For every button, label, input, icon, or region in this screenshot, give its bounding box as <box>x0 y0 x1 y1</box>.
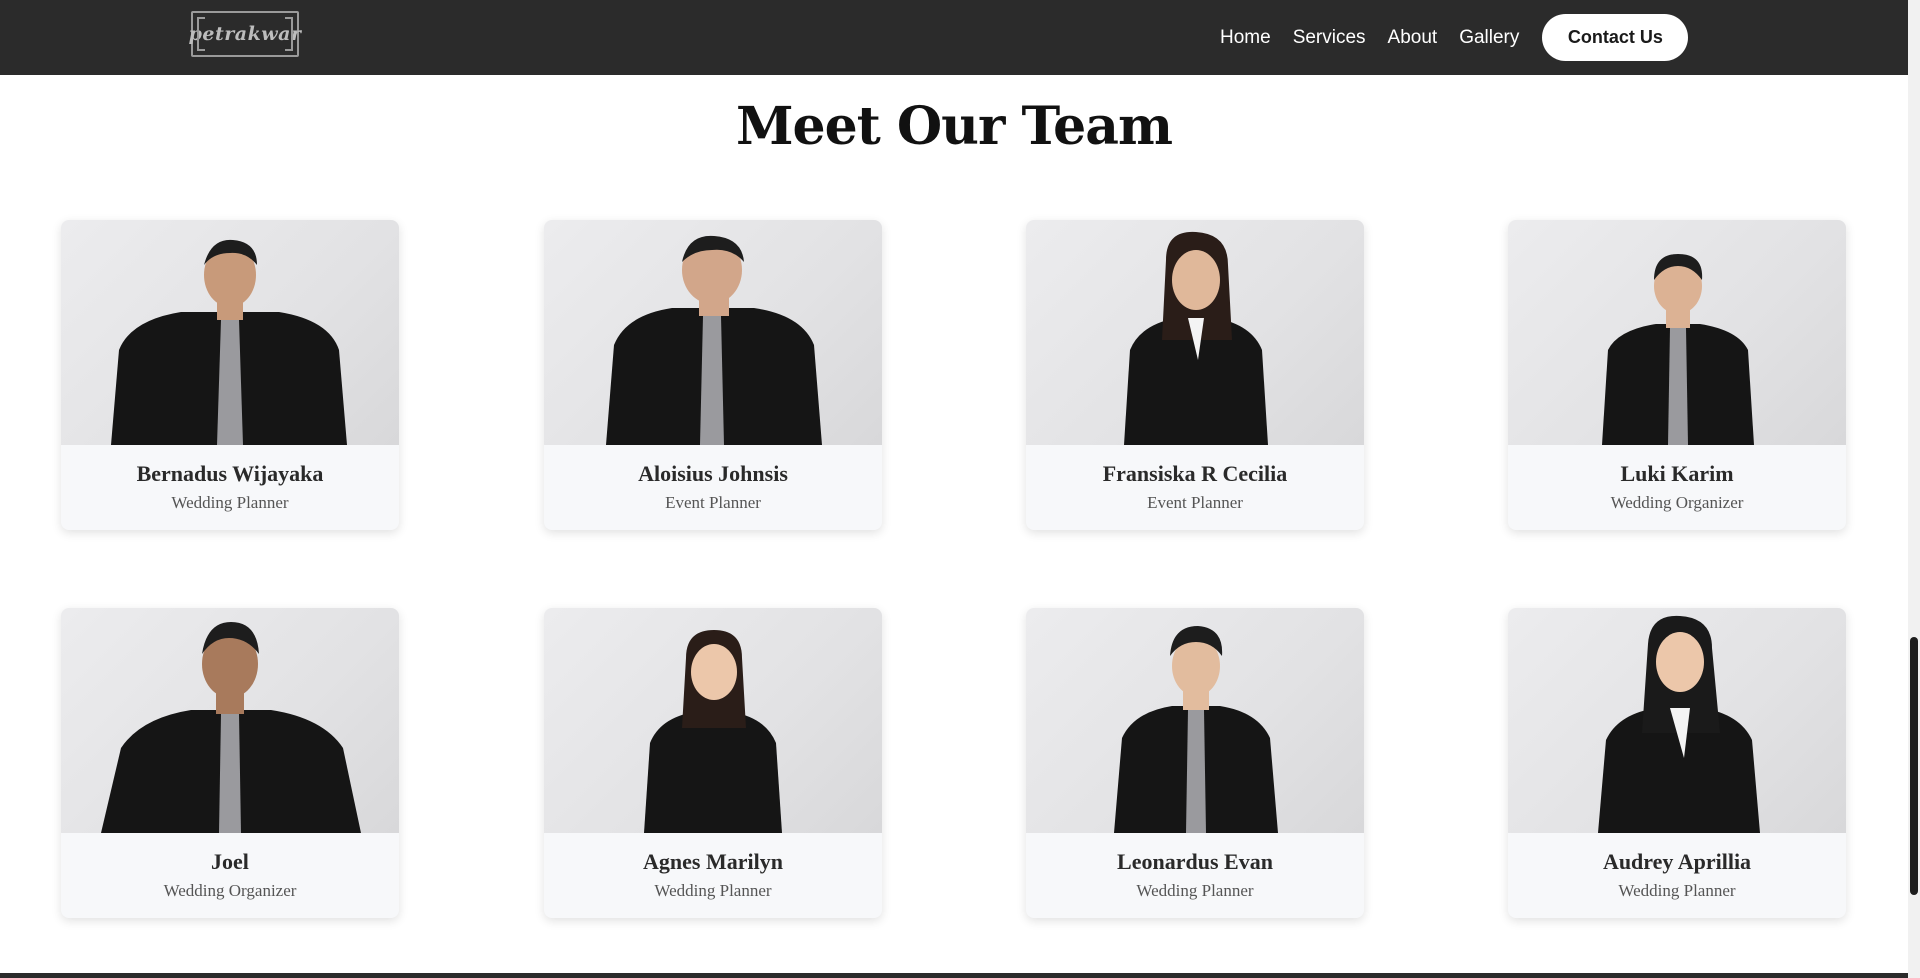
person-silhouette-icon <box>1598 615 1760 833</box>
team-member-role: Wedding Organizer <box>1610 493 1744 512</box>
team-member-name: Aloisius Johnsis <box>638 461 788 486</box>
team-member-role: Wedding Planner <box>1618 881 1736 900</box>
team-member-photo <box>1508 608 1846 833</box>
team-card[interactable]: Aloisius Johnsis Event Planner <box>544 220 882 530</box>
footer-top-edge <box>0 973 1908 978</box>
person-silhouette-icon <box>111 239 347 445</box>
team-card[interactable]: Audrey Aprillia Wedding Planner <box>1508 608 1846 918</box>
team-card[interactable]: Luki Karim Wedding Organizer <box>1508 220 1846 530</box>
team-card[interactable]: Joel Wedding Organizer <box>61 608 399 918</box>
person-silhouette-icon <box>1124 231 1268 445</box>
team-member-role: Wedding Organizer <box>163 881 297 900</box>
team-grid: Bernadus Wijayaka Wedding Planner Aloisi… <box>0 0 1908 978</box>
person-silhouette-icon <box>1114 626 1278 833</box>
team-card[interactable]: Bernadus Wijayaka Wedding Planner <box>61 220 399 530</box>
person-silhouette-icon <box>606 235 822 445</box>
team-member-photo <box>1026 220 1364 445</box>
team-member-role: Wedding Planner <box>171 493 289 512</box>
team-member-photo <box>1508 220 1846 445</box>
team-member-name: Agnes Marilyn <box>643 849 783 874</box>
person-silhouette-icon <box>644 630 782 833</box>
person-silhouette-icon <box>1602 254 1754 445</box>
team-card[interactable]: Agnes Marilyn Wedding Planner <box>544 608 882 918</box>
team-member-photo <box>544 220 882 445</box>
page-scrollbar[interactable] <box>1908 0 1920 978</box>
team-member-name: Fransiska R Cecilia <box>1102 461 1288 486</box>
team-member-photo <box>1026 608 1364 833</box>
team-member-name: Luki Karim <box>1620 461 1734 486</box>
team-member-role: Event Planner <box>1147 493 1243 512</box>
team-card[interactable]: Leonardus Evan Wedding Planner <box>1026 608 1364 918</box>
team-member-name: Leonardus Evan <box>1117 849 1273 874</box>
team-card[interactable]: Fransiska R Cecilia Event Planner <box>1026 220 1364 530</box>
team-member-photo <box>544 608 882 833</box>
team-member-role: Event Planner <box>665 493 761 512</box>
team-member-name: Bernadus Wijayaka <box>136 461 324 486</box>
team-member-name: Audrey Aprillia <box>1602 849 1752 874</box>
team-member-photo <box>61 220 399 445</box>
team-member-role: Wedding Planner <box>1136 881 1254 900</box>
scrollbar-thumb[interactable] <box>1910 637 1918 895</box>
team-member-role: Wedding Planner <box>654 881 772 900</box>
team-member-photo <box>61 608 399 833</box>
person-silhouette-icon <box>101 622 361 833</box>
team-member-name: Joel <box>211 849 249 874</box>
